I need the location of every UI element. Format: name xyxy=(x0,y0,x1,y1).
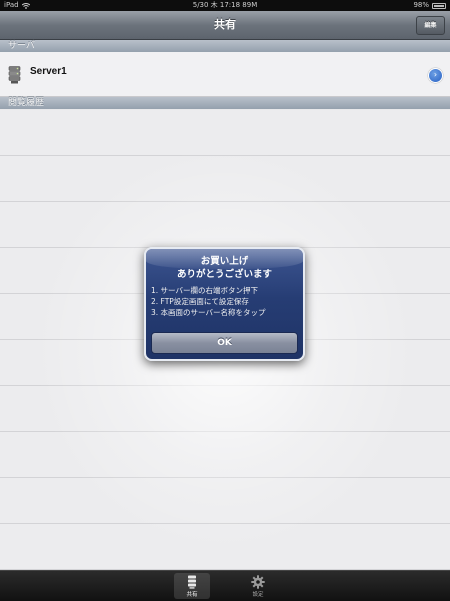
battery-icon xyxy=(432,2,446,9)
tab-share[interactable]: 共有 xyxy=(174,573,210,599)
alert-title-line2: ありがとうございます xyxy=(176,269,272,280)
detail-disclosure-button[interactable]: › xyxy=(428,68,443,83)
page-title: 共有 xyxy=(214,18,236,31)
alert-title-line1: お買い上げ xyxy=(200,256,249,267)
alert-step-1: 1. サーバー欄の右端ボタン押下 xyxy=(151,286,258,295)
battery-percent: 98% xyxy=(413,1,429,9)
alert-step-3: 3. 本画面のサーバー名称をタップ xyxy=(151,308,266,317)
section-header-history: 閲覧履歴 xyxy=(0,97,450,109)
share-icon xyxy=(188,575,196,589)
status-right: 98% xyxy=(413,0,446,11)
server-icon xyxy=(8,66,21,84)
server-row[interactable]: Server1 › xyxy=(0,52,450,97)
edit-button[interactable]: 編集 xyxy=(416,16,445,35)
ok-button[interactable]: OK xyxy=(151,332,298,354)
alert-step-2: 2. FTP設定画面にて設定保存 xyxy=(151,297,249,306)
status-bar: iPad 5/30 木 17:18 89M 98% xyxy=(0,0,450,11)
purchase-thanks-alert: お買い上げ ありがとうございます 1. サーバー欄の右端ボタン押下 2. FTP… xyxy=(144,247,305,361)
status-datetime: 5/30 木 17:18 89M xyxy=(192,1,258,9)
alert-message: 1. サーバー欄の右端ボタン押下 2. FTP設定画面にて設定保存 3. 本画面… xyxy=(151,285,299,318)
tab-settings[interactable]: 設定 xyxy=(240,573,276,599)
alert-title: お買い上げ ありがとうございます xyxy=(146,255,303,281)
server-name: Server1 xyxy=(30,66,67,77)
tab-bar: 共有 設定 xyxy=(0,570,450,601)
chevron-right-icon: › xyxy=(433,70,438,79)
tab-settings-label: 設定 xyxy=(252,592,264,598)
gear-icon xyxy=(251,575,265,589)
tab-share-label: 共有 xyxy=(186,592,198,598)
section-header-server: サーバ xyxy=(0,40,450,52)
navigation-bar: 共有 編集 xyxy=(0,11,450,40)
